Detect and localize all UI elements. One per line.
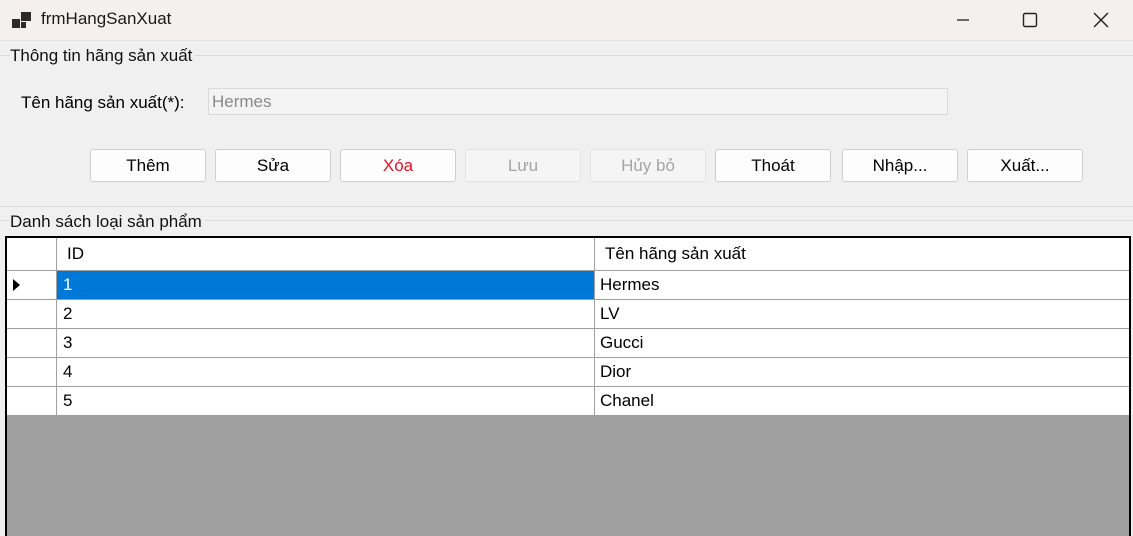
window-title: frmHangSanXuat xyxy=(41,9,172,28)
cancel-button: Hủy bỏ xyxy=(590,149,706,182)
table-cell-id[interactable]: 3 xyxy=(57,329,595,357)
row-header[interactable] xyxy=(7,358,57,386)
info-group-bottom-border xyxy=(0,206,1133,207)
info-group-title: Thông tin hãng sản xuất xyxy=(10,46,196,66)
manufacturer-name-input[interactable] xyxy=(208,88,948,115)
manufacturer-grid[interactable]: ID Tên hãng sản xuất 1 Hermes 2 LV 3 Guc… xyxy=(5,236,1131,536)
table-row[interactable]: 2 LV xyxy=(7,300,1129,329)
table-cell-name[interactable]: Hermes xyxy=(595,271,1129,299)
table-row[interactable]: 1 Hermes xyxy=(7,271,1129,300)
maximize-button[interactable] xyxy=(995,0,1065,40)
app-window-icon xyxy=(12,12,31,28)
grid-table: ID Tên hãng sản xuất 1 Hermes 2 LV 3 Guc… xyxy=(7,238,1129,416)
table-cell-name[interactable]: Dior xyxy=(595,358,1129,386)
list-group-title: Danh sách loại sản phẩm xyxy=(10,212,205,232)
table-row[interactable]: 3 Gucci xyxy=(7,329,1129,358)
table-cell-name[interactable]: LV xyxy=(595,300,1129,328)
column-header-id[interactable]: ID xyxy=(57,238,595,270)
add-button[interactable]: Thêm xyxy=(90,149,206,182)
close-button[interactable] xyxy=(1066,0,1133,40)
row-header-corner[interactable] xyxy=(7,238,57,270)
table-row[interactable]: 4 Dior xyxy=(7,358,1129,387)
table-cell-name[interactable]: Chanel xyxy=(595,387,1129,415)
table-cell-id[interactable]: 5 xyxy=(57,387,595,415)
table-row[interactable]: 5 Chanel xyxy=(7,387,1129,416)
close-icon xyxy=(1093,12,1109,28)
delete-button[interactable]: Xóa xyxy=(340,149,456,182)
table-cell-id[interactable]: 4 xyxy=(57,358,595,386)
exit-button[interactable]: Thoát xyxy=(715,149,831,182)
maximize-icon xyxy=(1022,12,1038,28)
save-button: Lưu xyxy=(465,149,581,182)
current-row-arrow-icon xyxy=(13,279,20,291)
row-header[interactable] xyxy=(7,329,57,357)
table-cell-id[interactable]: 1 xyxy=(57,271,595,299)
edit-button[interactable]: Sửa xyxy=(215,149,331,182)
column-header-name[interactable]: Tên hãng sản xuất xyxy=(595,238,1129,270)
title-bar[interactable]: frmHangSanXuat xyxy=(0,0,1133,41)
import-button[interactable]: Nhập... xyxy=(842,149,958,182)
table-cell-id[interactable]: 2 xyxy=(57,300,595,328)
row-header[interactable] xyxy=(7,387,57,415)
form-window: frmHangSanXuat Thông tin hãng sản xuất T… xyxy=(0,0,1133,536)
export-button[interactable]: Xuất... xyxy=(967,149,1083,182)
row-header[interactable] xyxy=(7,300,57,328)
row-header[interactable] xyxy=(7,271,57,299)
manufacturer-name-label: Tên hãng sản xuất(*): xyxy=(21,93,185,112)
table-cell-name[interactable]: Gucci xyxy=(595,329,1129,357)
minimize-button[interactable] xyxy=(928,0,998,40)
minimize-icon xyxy=(957,19,969,21)
grid-header-row: ID Tên hãng sản xuất xyxy=(7,238,1129,271)
